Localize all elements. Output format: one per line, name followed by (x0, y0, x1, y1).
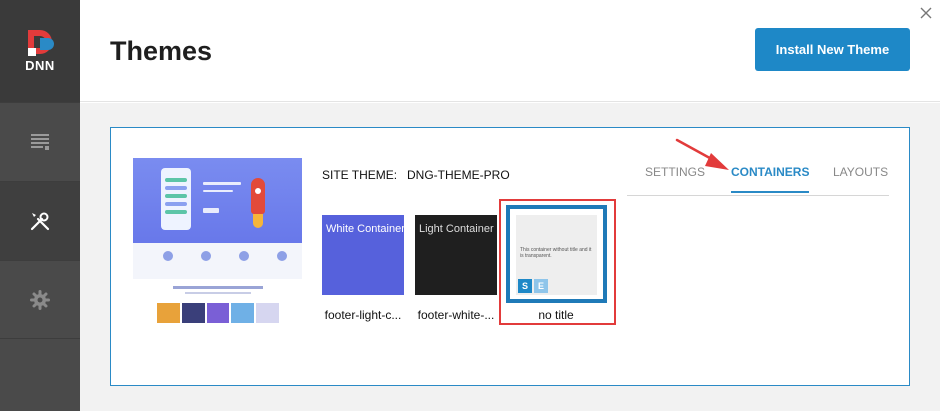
preview-hero (133, 158, 302, 243)
tab-layouts[interactable]: LAYOUTS (833, 164, 888, 192)
preview-phone (161, 168, 191, 230)
close-icon[interactable] (917, 4, 935, 22)
preview-text (203, 190, 233, 192)
content-area: SITE THEME: DNG-THEME-PRO SETTINGS CONTA… (80, 103, 940, 411)
gear-icon (30, 289, 50, 310)
preview-button (203, 208, 219, 213)
header: Themes Install New Theme (80, 0, 940, 102)
site-theme-label: SITE THEME: (322, 168, 398, 182)
preview-flame (253, 214, 263, 228)
container-thumb-light[interactable]: Light Container (415, 215, 497, 295)
container-label[interactable]: footer-white-... (411, 308, 501, 322)
badge-s: S (518, 279, 532, 293)
preview-rocket (251, 178, 265, 214)
preview-thumbnails (157, 303, 279, 323)
app-window: DNN Themes Install New Theme SITE THEME:… (0, 0, 940, 411)
logo[interactable]: DNN (0, 0, 80, 102)
container-label[interactable]: no title (511, 308, 601, 322)
annotation-arrow-icon (675, 138, 729, 170)
sidebar-item-settings[interactable] (0, 260, 80, 339)
preview-heading (203, 182, 241, 185)
tab-bar: SETTINGS CONTAINERS LAYOUTS (627, 164, 889, 196)
container-thumb-title: White Container (326, 223, 404, 235)
tab-containers[interactable]: CONTAINERS (731, 164, 810, 193)
page-title: Themes (110, 36, 213, 66)
preview-section-text (185, 292, 251, 294)
install-new-theme-button[interactable]: Install New Theme (755, 28, 910, 71)
badge-e: E (534, 279, 548, 293)
container-thumb-desc: This container without title and it is t… (520, 247, 592, 259)
content-icon (31, 134, 49, 150)
preview-features (133, 243, 302, 279)
container-label[interactable]: footer-light-c... (318, 308, 408, 322)
preview-section-title (173, 286, 263, 289)
container-thumb-title: Light Container (419, 223, 494, 235)
site-theme-value: DNG-THEME-PRO (407, 168, 510, 182)
tab-underline (627, 195, 889, 196)
site-theme-preview[interactable] (133, 158, 302, 328)
sidebar-item-content[interactable] (0, 102, 80, 181)
logo-text: DNN (25, 58, 55, 73)
sidebar: DNN (0, 0, 80, 411)
sidebar-item-tools[interactable] (0, 181, 80, 260)
dnn-logo-icon (28, 30, 54, 56)
tools-icon (30, 212, 50, 231)
theme-panel: SITE THEME: DNG-THEME-PRO SETTINGS CONTA… (110, 127, 910, 386)
container-thumb-white[interactable]: White Container (322, 215, 404, 295)
container-thumb-no-title[interactable]: This container without title and it is t… (516, 215, 597, 295)
